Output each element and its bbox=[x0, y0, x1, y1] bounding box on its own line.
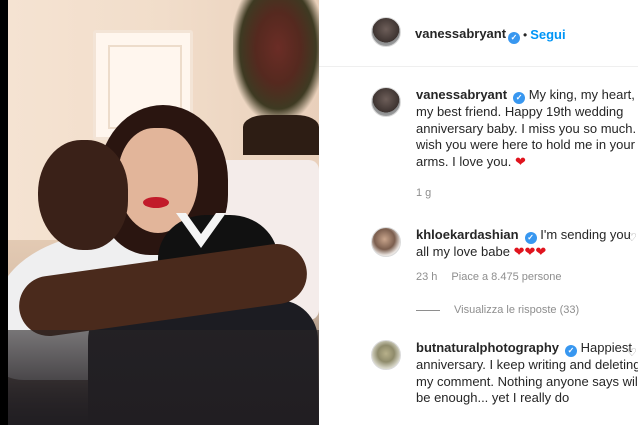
khloe-avatar[interactable] bbox=[371, 227, 401, 257]
post-header: vanessabryant ✓ • Segui bbox=[319, 0, 638, 67]
caption-username[interactable]: vanessabryant bbox=[416, 87, 507, 102]
heart-outline-icon[interactable]: ♡ bbox=[627, 348, 637, 359]
khloe-time[interactable]: 23 h bbox=[416, 271, 437, 283]
post-side-panel: vanessabryant ✓ • Segui vanessabryant ✓ My … bbox=[319, 0, 638, 425]
follow-group: ✓ • Segui bbox=[505, 26, 566, 44]
photo-plant bbox=[233, 0, 319, 120]
view-replies-button[interactable]: Visualizza le risposte (33) bbox=[416, 304, 579, 316]
replies-line bbox=[416, 309, 440, 311]
photo-man-head bbox=[38, 140, 128, 250]
khloe-text-block: khloekardashian ✓ I'm sending you all my … bbox=[416, 227, 638, 261]
butnatural-username[interactable]: butnaturalphotography bbox=[416, 340, 559, 355]
khloe-likes[interactable]: Piace a 8.475 persone bbox=[451, 271, 561, 283]
khloe-meta: 23 h Piace a 8.475 persone bbox=[416, 271, 576, 283]
verified-badge-icon: ✓ bbox=[565, 345, 577, 357]
heart-icon: ❤❤❤ bbox=[513, 244, 547, 259]
caption-time[interactable]: 1 g bbox=[416, 187, 431, 199]
caption-meta: 1 g bbox=[416, 187, 445, 199]
verified-badge-icon: ✓ bbox=[513, 92, 526, 104]
verified-badge-icon: ✓ bbox=[508, 32, 520, 44]
verified-badge-icon: ✓ bbox=[524, 232, 537, 244]
post-photo[interactable] bbox=[8, 0, 319, 425]
left-letterbox bbox=[0, 0, 8, 425]
separator-dot: • bbox=[523, 28, 528, 42]
view-replies-label: Visualizza le risposte (33) bbox=[454, 304, 580, 316]
heart-outline-icon[interactable]: ♡ bbox=[627, 233, 637, 244]
khloe-username[interactable]: khloekardashian bbox=[416, 227, 519, 242]
butnatural-avatar[interactable] bbox=[371, 340, 401, 370]
photo-floor bbox=[8, 330, 319, 425]
caption-avatar[interactable] bbox=[371, 87, 401, 117]
caption-text-block: vanessabryant ✓ My king, my heart, my bes… bbox=[416, 87, 638, 170]
author-username[interactable]: vanessabryant bbox=[415, 26, 506, 41]
photo-lamp bbox=[243, 115, 319, 155]
author-avatar[interactable] bbox=[371, 17, 401, 47]
photo-lips bbox=[143, 197, 169, 208]
butnatural-text-block: butnaturalphotography ✓ Happiest annivers… bbox=[416, 340, 638, 407]
follow-button[interactable]: Segui bbox=[530, 27, 565, 42]
heart-icon: ❤ bbox=[515, 153, 526, 169]
